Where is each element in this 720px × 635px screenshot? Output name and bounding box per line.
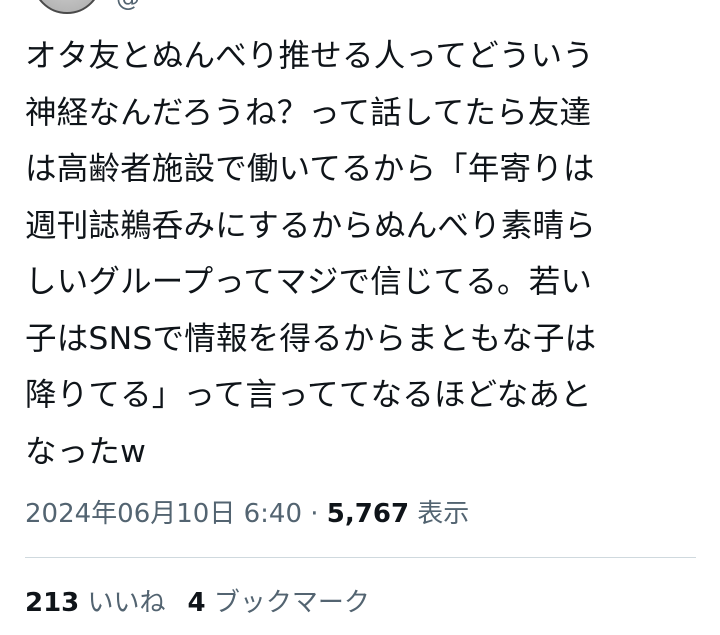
bookmarks-label: ブックマーク	[205, 588, 370, 618]
tweet-text-line: オタ友とぬんべり推せる人ってどういう	[25, 38, 595, 74]
author-handle[interactable]: @	[116, 0, 140, 10]
likes-stat[interactable]: 213 いいね	[25, 588, 166, 618]
tweet-text-line: 週刊誌鵜呑みにするからぬんべり素晴ら	[25, 207, 596, 244]
bookmarks-count: 4	[187, 588, 206, 618]
tweet-text-line: は高齢者施設で働いてるから「年寄りは	[25, 151, 595, 187]
views-label: 表示	[409, 499, 470, 529]
tweet-text: オタ友とぬんべり推せる人ってどういう 神経なんだろうね？って話してたら友達 は高…	[25, 28, 705, 480]
tweet-text-line: 神経なんだろうね？って話してたら友達	[25, 94, 592, 131]
likes-count: 213	[25, 588, 80, 618]
bookmarks-stat[interactable]: 4 ブックマーク	[188, 588, 370, 618]
tweet-text-line: なったw	[25, 433, 147, 470]
likes-label: いいね	[79, 588, 166, 618]
tweet-timestamp[interactable]: 2024年06月10日 6:40	[25, 499, 302, 529]
views-count: 5,767	[326, 499, 410, 529]
divider	[25, 557, 696, 558]
meta-separator: ·	[302, 499, 327, 529]
tweet-text-line: 降りてる」って言っててなるほどなあと	[25, 377, 592, 413]
author-avatar[interactable]	[32, 0, 102, 14]
engagement-stats: 213 いいね 4 ブックマーク	[25, 583, 370, 623]
tweet-meta: 2024年06月10日 6:40 · 5,767 表示	[25, 494, 469, 534]
tweet-text-line: しいグループってマジで信じてる。若い	[25, 264, 593, 300]
tweet-text-line: 子はSNSで情報を得るからまともな子は	[25, 320, 597, 357]
